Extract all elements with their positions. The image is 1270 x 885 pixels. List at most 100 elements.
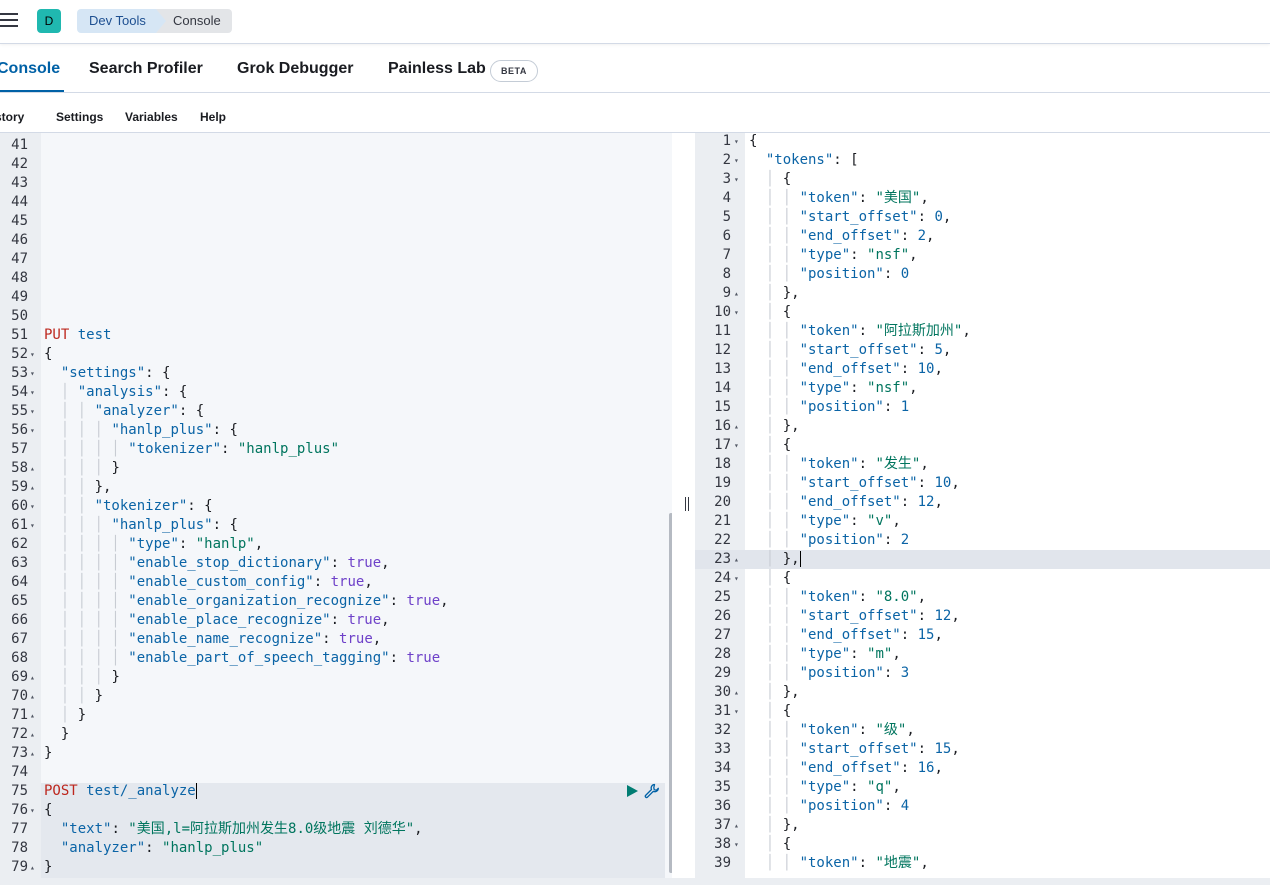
request-line[interactable]: 62 │ │ │ │ "type": "hanlp", [0,535,672,554]
fold-expand-icon[interactable]: ▴ [30,668,35,687]
response-line[interactable]: 17 ▾ │ { [695,436,1270,455]
response-line[interactable]: 29 │ │ "position": 3 [695,664,1270,683]
request-line[interactable]: 73 ▴} [0,744,672,763]
response-line[interactable]: 11 │ │ "token": "阿拉斯加州", [695,322,1270,341]
request-line[interactable]: 63 │ │ │ │ "enable_stop_dictionary": tru… [0,554,672,573]
response-line[interactable]: 13 │ │ "end_offset": 10, [695,360,1270,379]
fold-collapse-icon[interactable]: ▾ [734,170,739,189]
request-line[interactable]: 41 [0,136,672,155]
fold-collapse-icon[interactable]: ▾ [30,801,35,820]
fold-collapse-icon[interactable]: ▾ [30,345,35,364]
response-line[interactable]: 31 ▾ │ { [695,702,1270,721]
request-editor-scrollbar[interactable] [669,513,672,873]
request-line[interactable]: 60 ▾ │ │ "tokenizer": { [0,497,672,516]
response-line[interactable]: 2 ▾ "tokens": [ [695,151,1270,170]
response-line[interactable]: 35 │ │ "type": "q", [695,778,1270,797]
request-line[interactable]: 56 ▾ │ │ │ "hanlp_plus": { [0,421,672,440]
response-line[interactable]: 25 │ │ "token": "8.0", [695,588,1270,607]
request-line[interactable]: 71 ▴ │ } [0,706,672,725]
request-line[interactable]: 75 POST test/_analyze [0,782,672,801]
response-line[interactable]: 20 │ │ "end_offset": 12, [695,493,1270,512]
fold-collapse-icon[interactable]: ▾ [734,436,739,455]
request-line[interactable]: 42 [0,155,672,174]
request-line[interactable]: 54 ▾ │ "analysis": { [0,383,672,402]
request-line[interactable]: 59 ▴ │ │ }, [0,478,672,497]
fold-expand-icon[interactable]: ▴ [30,858,35,877]
request-line[interactable]: 47 [0,250,672,269]
fold-expand-icon[interactable]: ▴ [30,744,35,763]
fold-collapse-icon[interactable]: ▾ [734,151,739,170]
request-line[interactable]: 49 [0,288,672,307]
response-line[interactable]: 26 │ │ "start_offset": 12, [695,607,1270,626]
fold-collapse-icon[interactable]: ▾ [734,569,739,588]
request-line[interactable]: 46 [0,231,672,250]
response-line[interactable]: 3 ▾ │ { [695,170,1270,189]
response-line[interactable]: 27 │ │ "end_offset": 15, [695,626,1270,645]
fold-expand-icon[interactable]: ▴ [30,725,35,744]
fold-expand-icon[interactable]: ▴ [734,816,739,835]
request-line[interactable]: 72 ▴ } [0,725,672,744]
response-line[interactable]: 30 ▴ │ }, [695,683,1270,702]
tab-console[interactable]: Console [0,60,60,78]
response-line[interactable]: 23 ▴ │ }, [695,550,1270,569]
response-line[interactable]: 8 │ │ "position": 0 [695,265,1270,284]
fold-expand-icon[interactable]: ▴ [30,478,35,497]
request-line[interactable]: 77 "text": "美国,l=阿拉斯加州发生8.0级地震 刘德华", [0,820,672,839]
request-line[interactable]: 53 ▾ "settings": { [0,364,672,383]
response-line[interactable]: 24 ▾ │ { [695,569,1270,588]
fold-collapse-icon[interactable]: ▾ [30,402,35,421]
response-line[interactable]: 38 ▾ │ { [695,835,1270,854]
menu-help[interactable]: Help [200,110,226,124]
fold-collapse-icon[interactable]: ▾ [30,516,35,535]
fold-collapse-icon[interactable]: ▾ [734,133,739,151]
request-line[interactable]: 68 │ │ │ │ "enable_part_of_speech_taggin… [0,649,672,668]
request-line[interactable]: 76 ▾ { [0,801,672,820]
request-line[interactable]: 45 [0,212,672,231]
response-line[interactable]: 1 ▾ { [695,133,1270,151]
fold-expand-icon[interactable]: ▴ [30,687,35,706]
response-line[interactable]: 16 ▴ │ }, [695,417,1270,436]
response-line[interactable]: 33 │ │ "start_offset": 15, [695,740,1270,759]
request-line[interactable]: 43 [0,174,672,193]
response-line[interactable]: 28 │ │ "type": "m", [695,645,1270,664]
request-line[interactable]: 78 "analyzer": "hanlp_plus" [0,839,672,858]
breadcrumb-dev-tools[interactable]: Dev Tools [77,9,168,33]
fold-collapse-icon[interactable]: ▾ [30,364,35,383]
response-line[interactable]: 19 │ │ "start_offset": 10, [695,474,1270,493]
tab-search-profiler[interactable]: Search Profiler [89,60,203,78]
fold-expand-icon[interactable]: ▴ [30,459,35,478]
request-line[interactable]: 51 PUT test [0,326,672,345]
menu-variables[interactable]: Variables [125,110,178,124]
request-line[interactable]: 79 ▴} [0,858,672,877]
menu-settings[interactable]: Settings [56,110,103,124]
fold-expand-icon[interactable]: ▴ [734,417,739,436]
response-line[interactable]: 6 │ │ "end_offset": 2, [695,227,1270,246]
fold-collapse-icon[interactable]: ▾ [30,383,35,402]
request-line[interactable]: 67 │ │ │ │ "enable_name_recognize": true… [0,630,672,649]
tab-grok-debugger[interactable]: Grok Debugger [237,60,353,78]
request-line[interactable]: 64 │ │ │ │ "enable_custom_config": true, [0,573,672,592]
request-line[interactable]: 69 ▴ │ │ │ } [0,668,672,687]
request-line[interactable]: 74 [0,763,672,782]
fold-collapse-icon[interactable]: ▾ [734,303,739,322]
request-line[interactable]: 61 ▾ │ │ │ "hanlp_plus": { [0,516,672,535]
fold-expand-icon[interactable]: ▴ [734,550,739,569]
request-line[interactable]: 65 │ │ │ │ "enable_organization_recogniz… [0,592,672,611]
pane-resize-handle[interactable] [683,497,691,513]
request-line[interactable]: 48 [0,269,672,288]
request-line[interactable]: 57 │ │ │ │ "tokenizer": "hanlp_plus" [0,440,672,459]
request-line[interactable]: 44 [0,193,672,212]
response-line[interactable]: 22 │ │ "position": 2 [695,531,1270,550]
response-line[interactable]: 10 ▾ │ { [695,303,1270,322]
tab-painless-lab[interactable]: Painless Lab [388,60,486,78]
wrench-icon[interactable] [643,782,661,800]
response-line[interactable]: 18 │ │ "token": "发生", [695,455,1270,474]
fold-collapse-icon[interactable]: ▾ [30,421,35,440]
response-line[interactable]: 21 │ │ "type": "v", [695,512,1270,531]
request-editor[interactable]: 41 42 43 44 45 46 47 48 49 50 51 PUT test 52 ▾{53 ▾ "s… [0,133,672,878]
request-line[interactable]: 70 ▴ │ │ } [0,687,672,706]
request-line[interactable]: 52 ▾ { [0,345,672,364]
response-editor[interactable]: 1 ▾{2 ▾ "tokens": [3 ▾ │ {4 │ │ "token": "美… [695,133,1270,878]
menu-history[interactable]: History [0,110,24,124]
response-line[interactable]: 5 │ │ "start_offset": 0, [695,208,1270,227]
